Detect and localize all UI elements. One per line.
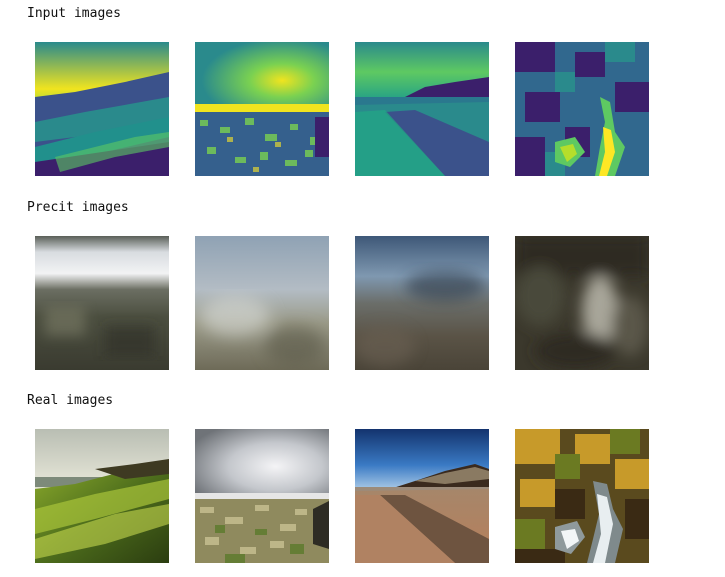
real-image-2 <box>195 429 329 563</box>
real-image-3 <box>355 429 489 563</box>
predict-image-1 <box>35 236 169 370</box>
real-images-title: Real images <box>27 393 114 408</box>
predict-image-4 <box>515 236 649 370</box>
predict-image-3 <box>355 236 489 370</box>
predict-images-title: Precit images <box>27 200 129 215</box>
real-image-4 <box>515 429 649 563</box>
input-image-1 <box>35 42 169 176</box>
input-image-2 <box>195 42 329 176</box>
input-image-3 <box>355 42 489 176</box>
predict-image-2 <box>195 236 329 370</box>
input-images-title: Input images <box>27 6 121 21</box>
real-image-1 <box>35 429 169 563</box>
input-image-4 <box>515 42 649 176</box>
